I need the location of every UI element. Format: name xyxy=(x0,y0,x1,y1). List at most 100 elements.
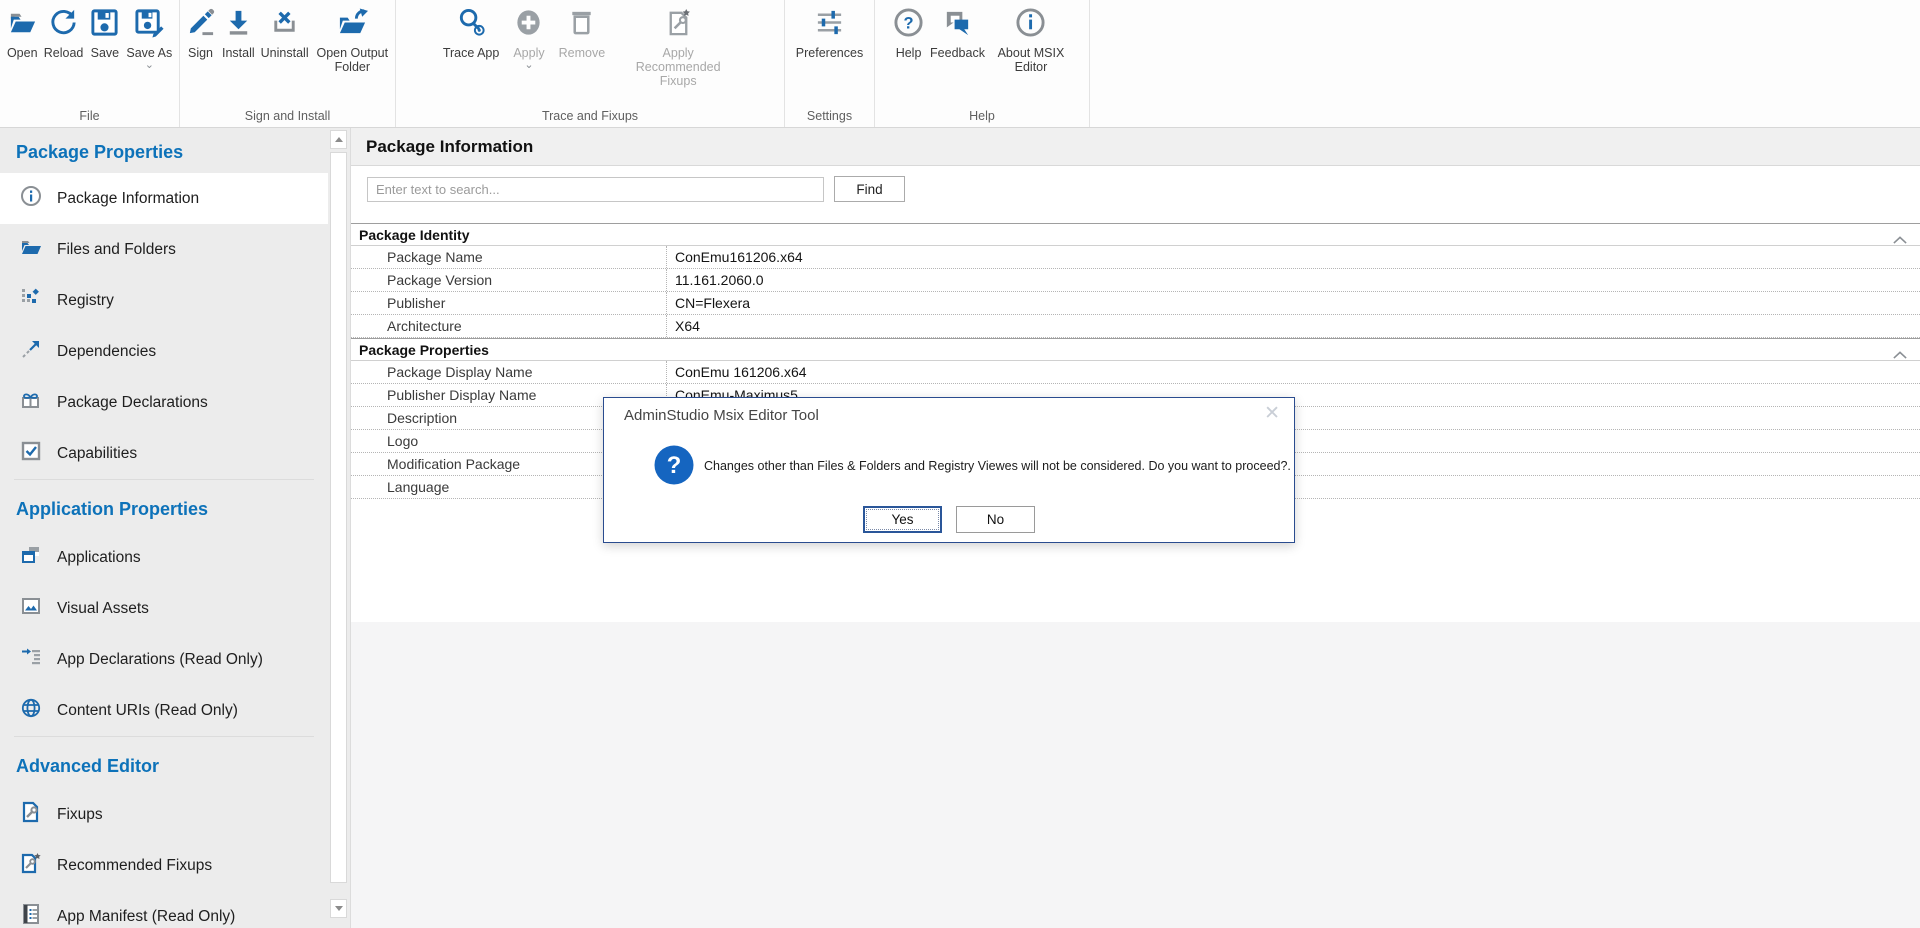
arrow-up-icon xyxy=(335,137,343,142)
find-button[interactable]: Find xyxy=(834,176,905,202)
group-header-label: Package Identity xyxy=(359,227,470,243)
collapse-chevron-icon[interactable] xyxy=(1893,346,1907,362)
sidebar-item-app-declarations[interactable]: App Declarations (Read Only) xyxy=(0,634,328,685)
preferences-button[interactable]: Preferences xyxy=(793,4,866,60)
sidebar-item-label: Dependencies xyxy=(57,343,156,361)
scroll-down-button[interactable] xyxy=(330,899,347,918)
install-button[interactable]: Install xyxy=(219,4,258,60)
sidebar-item-app-manifest[interactable]: App Manifest (Read Only) xyxy=(0,891,328,928)
scroll-up-button[interactable] xyxy=(330,130,347,149)
feedback-label: Feedback xyxy=(930,46,985,60)
sidebar-item-dependencies[interactable]: Dependencies xyxy=(0,326,328,377)
reload-label: Reload xyxy=(44,46,84,60)
feedback-bubble-icon xyxy=(942,7,973,43)
sidebar-item-package-information[interactable]: Package Information xyxy=(0,173,328,224)
save-as-icon xyxy=(134,7,165,43)
reload-button[interactable]: Reload xyxy=(41,4,87,60)
checkbox-icon xyxy=(20,440,42,467)
apply-button: Apply ⌄ xyxy=(510,4,547,69)
sidebar-scrollbar[interactable] xyxy=(328,128,351,928)
apply-plus-icon xyxy=(513,7,544,43)
sidebar-item-label: App Manifest (Read Only) xyxy=(57,908,235,926)
close-icon[interactable]: ✕ xyxy=(1264,402,1280,425)
uninstall-label: Uninstall xyxy=(261,46,309,60)
folder-icon xyxy=(20,236,42,263)
group-header-label: Package Properties xyxy=(359,342,489,358)
uninstall-button[interactable]: Uninstall xyxy=(258,4,312,60)
sidebar-item-label: Content URIs (Read Only) xyxy=(57,702,238,720)
sidebar-item-content-uris[interactable]: Content URIs (Read Only) xyxy=(0,685,328,736)
help-question-icon: ? xyxy=(893,7,924,43)
chevron-down-icon[interactable]: ⌄ xyxy=(145,61,154,69)
sidebar-item-label: Recommended Fixups xyxy=(57,857,212,875)
save-icon xyxy=(89,7,120,43)
arrow-down-icon xyxy=(335,906,343,911)
sidebar-item-fixups[interactable]: Fixups xyxy=(0,789,328,840)
help-button[interactable]: ? Help xyxy=(890,4,927,60)
registry-grid-icon xyxy=(20,287,42,314)
dependencies-arrow-icon xyxy=(20,338,42,365)
sidebar-item-package-declarations[interactable]: Package Declarations xyxy=(0,377,328,428)
property-label: Package Name xyxy=(351,246,667,268)
dialog-title: AdminStudio Msix Editor Tool xyxy=(624,407,819,424)
image-icon xyxy=(20,595,42,622)
globe-icon xyxy=(20,697,42,724)
trace-app-button[interactable]: Trace App xyxy=(440,4,503,60)
sidebar-item-label: Capabilities xyxy=(57,445,137,463)
open-output-folder-icon xyxy=(337,7,368,43)
ribbon-toolbar: Open Reload Save Save As ⌄ File Sign xyxy=(0,0,1920,128)
property-value[interactable]: 11.161.2060.0 xyxy=(667,269,1920,291)
content-background xyxy=(351,622,1920,928)
sidebar-item-registry[interactable]: Registry xyxy=(0,275,328,326)
collapse-chevron-icon[interactable] xyxy=(1893,231,1907,247)
sidebar-item-applications[interactable]: Applications xyxy=(0,532,328,583)
sign-button[interactable]: Sign xyxy=(182,4,219,60)
sidebar-item-capabilities[interactable]: Capabilities xyxy=(0,428,328,479)
sidebar-item-recommended-fixups[interactable]: Recommended Fixups xyxy=(0,840,328,891)
svg-text:?: ? xyxy=(667,452,682,479)
section-heading-package-properties: Package Properties xyxy=(0,128,328,173)
scrollbar-thumb[interactable] xyxy=(330,152,347,883)
row-architecture: Architecture X64 xyxy=(351,315,1920,338)
open-button[interactable]: Open xyxy=(4,4,41,60)
about-msix-editor-button[interactable]: About MSIX Editor xyxy=(988,4,1074,74)
property-value[interactable]: ConEmu 161206.x64 xyxy=(667,361,1920,383)
no-button[interactable]: No xyxy=(956,506,1035,533)
preferences-label: Preferences xyxy=(796,46,863,60)
row-package-display-name: Package Display Name ConEmu 161206.x64 xyxy=(351,361,1920,384)
save-label: Save xyxy=(91,46,120,60)
remove-button: Remove xyxy=(556,4,609,60)
open-output-folder-button[interactable]: Open Output Folder xyxy=(312,4,393,74)
question-mark-icon: ? xyxy=(653,444,695,486)
page-title: Package Information xyxy=(366,137,533,157)
row-package-version: Package Version 11.161.2060.0 xyxy=(351,269,1920,292)
sidebar-item-visual-assets[interactable]: Visual Assets xyxy=(0,583,328,634)
save-as-button[interactable]: Save As ⌄ xyxy=(123,4,175,69)
sidebar-item-label: Visual Assets xyxy=(57,600,149,618)
feedback-button[interactable]: Feedback xyxy=(927,4,988,60)
wrench-doc-icon xyxy=(20,801,42,828)
sidebar-item-files-and-folders[interactable]: Files and Folders xyxy=(0,224,328,275)
group-header-package-identity: Package Identity xyxy=(351,223,1920,246)
open-folder-icon xyxy=(7,7,38,43)
property-value[interactable]: X64 xyxy=(667,315,1920,337)
sidebar-item-label: Package Declarations xyxy=(57,394,208,412)
group-label-file: File xyxy=(0,109,179,123)
app-windows-icon xyxy=(20,544,42,571)
yes-button[interactable]: Yes xyxy=(863,506,942,533)
confirmation-dialog: AdminStudio Msix Editor Tool ✕ ? Changes… xyxy=(603,397,1295,543)
about-msix-editor-label: About MSIX Editor xyxy=(991,46,1071,74)
search-input[interactable] xyxy=(367,177,824,202)
reload-icon xyxy=(48,7,79,43)
apply-label: Apply xyxy=(513,46,544,60)
apply-recommended-fixups-label: Apply Recommended Fixups xyxy=(619,46,737,88)
trace-app-label: Trace App xyxy=(443,46,500,60)
sidebar-item-label: Applications xyxy=(57,549,141,567)
group-label-sign-and-install: Sign and Install xyxy=(180,109,395,123)
property-value[interactable]: ConEmu161206.x64 xyxy=(667,246,1920,268)
row-publisher: Publisher CN=Flexera xyxy=(351,292,1920,315)
toolbar-group-help: ? Help Feedback About MSIX Editor Help xyxy=(875,0,1090,127)
property-value[interactable]: CN=Flexera xyxy=(667,292,1920,314)
save-button[interactable]: Save xyxy=(86,4,123,60)
msix-editor-window: Open Reload Save Save As ⌄ File Sign xyxy=(0,0,1920,928)
